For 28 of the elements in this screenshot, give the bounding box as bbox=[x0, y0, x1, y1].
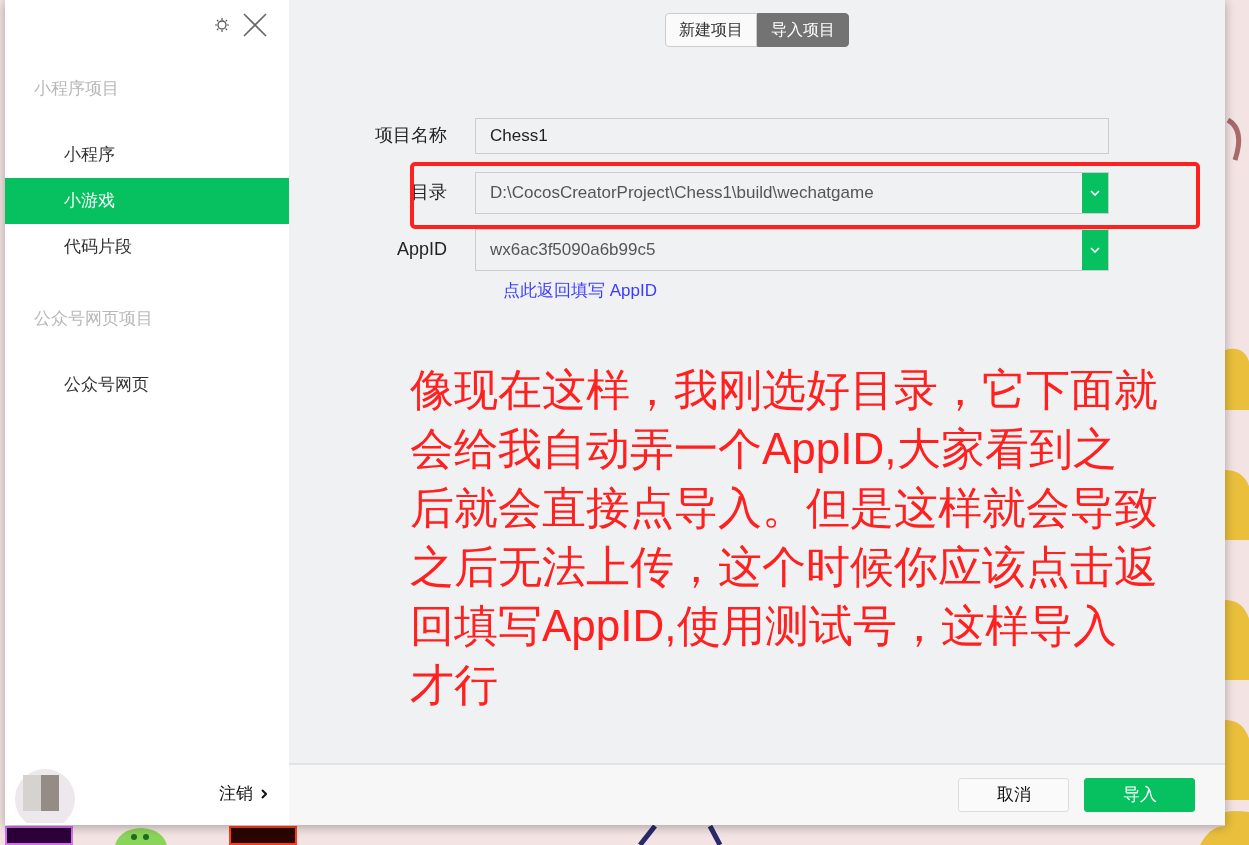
field-label: 项目名称 bbox=[374, 124, 448, 147]
link[interactable]: 点此返回填写 AppID bbox=[503, 281, 657, 300]
annotation-text: 会给我自动弄一个AppID,大家看到之 bbox=[410, 422, 1118, 475]
input-field[interactable]: Chess1 bbox=[475, 117, 1109, 154]
settings-icon[interactable] bbox=[215, 18, 229, 32]
logout-link[interactable]: 注销 bbox=[219, 781, 253, 807]
close-icon[interactable] bbox=[243, 13, 267, 37]
chevron-down-icon bbox=[1090, 189, 1100, 196]
annotation-text: 回填写AppID,使用测试号，这样导入 bbox=[410, 599, 1118, 652]
dropdown-field[interactable]: wx6ac3f5090a6b99c5 bbox=[475, 228, 1109, 271]
dropdown-field[interactable]: D:\CocosCreatorProject\Chess1\build\wechatgame bbox=[475, 171, 1109, 214]
field-label: AppID bbox=[395, 238, 448, 261]
annotation-text: 像现在这样，我刚选好目录，它下面就 bbox=[410, 363, 1159, 416]
chevron-down-icon bbox=[1090, 246, 1100, 253]
sidebar-item[interactable]: 小程序 bbox=[5, 132, 289, 178]
annotation-text: 之后无法上传，这个时候你应该点击返 bbox=[410, 540, 1159, 593]
field-label: 目录 bbox=[410, 181, 448, 204]
tab[interactable]: 导入项目 bbox=[757, 13, 849, 47]
chat-icon[interactable] bbox=[115, 826, 167, 845]
chevron-right-icon bbox=[261, 789, 267, 799]
cancel-button[interactable]: 取消 bbox=[958, 778, 1069, 812]
tab[interactable]: 新建项目 bbox=[665, 13, 757, 47]
sidebar-item[interactable]: 代码片段 bbox=[5, 224, 289, 270]
annotation-text: 才行 bbox=[410, 658, 499, 711]
sidebar-item[interactable]: 公众号网页 bbox=[5, 362, 289, 408]
annotation-text: 后就会直接点导入。但是这样就会导致 bbox=[410, 481, 1159, 534]
section-heading: 公众号网页项目 bbox=[33, 308, 154, 330]
section-heading: 小程序项目 bbox=[33, 78, 120, 100]
